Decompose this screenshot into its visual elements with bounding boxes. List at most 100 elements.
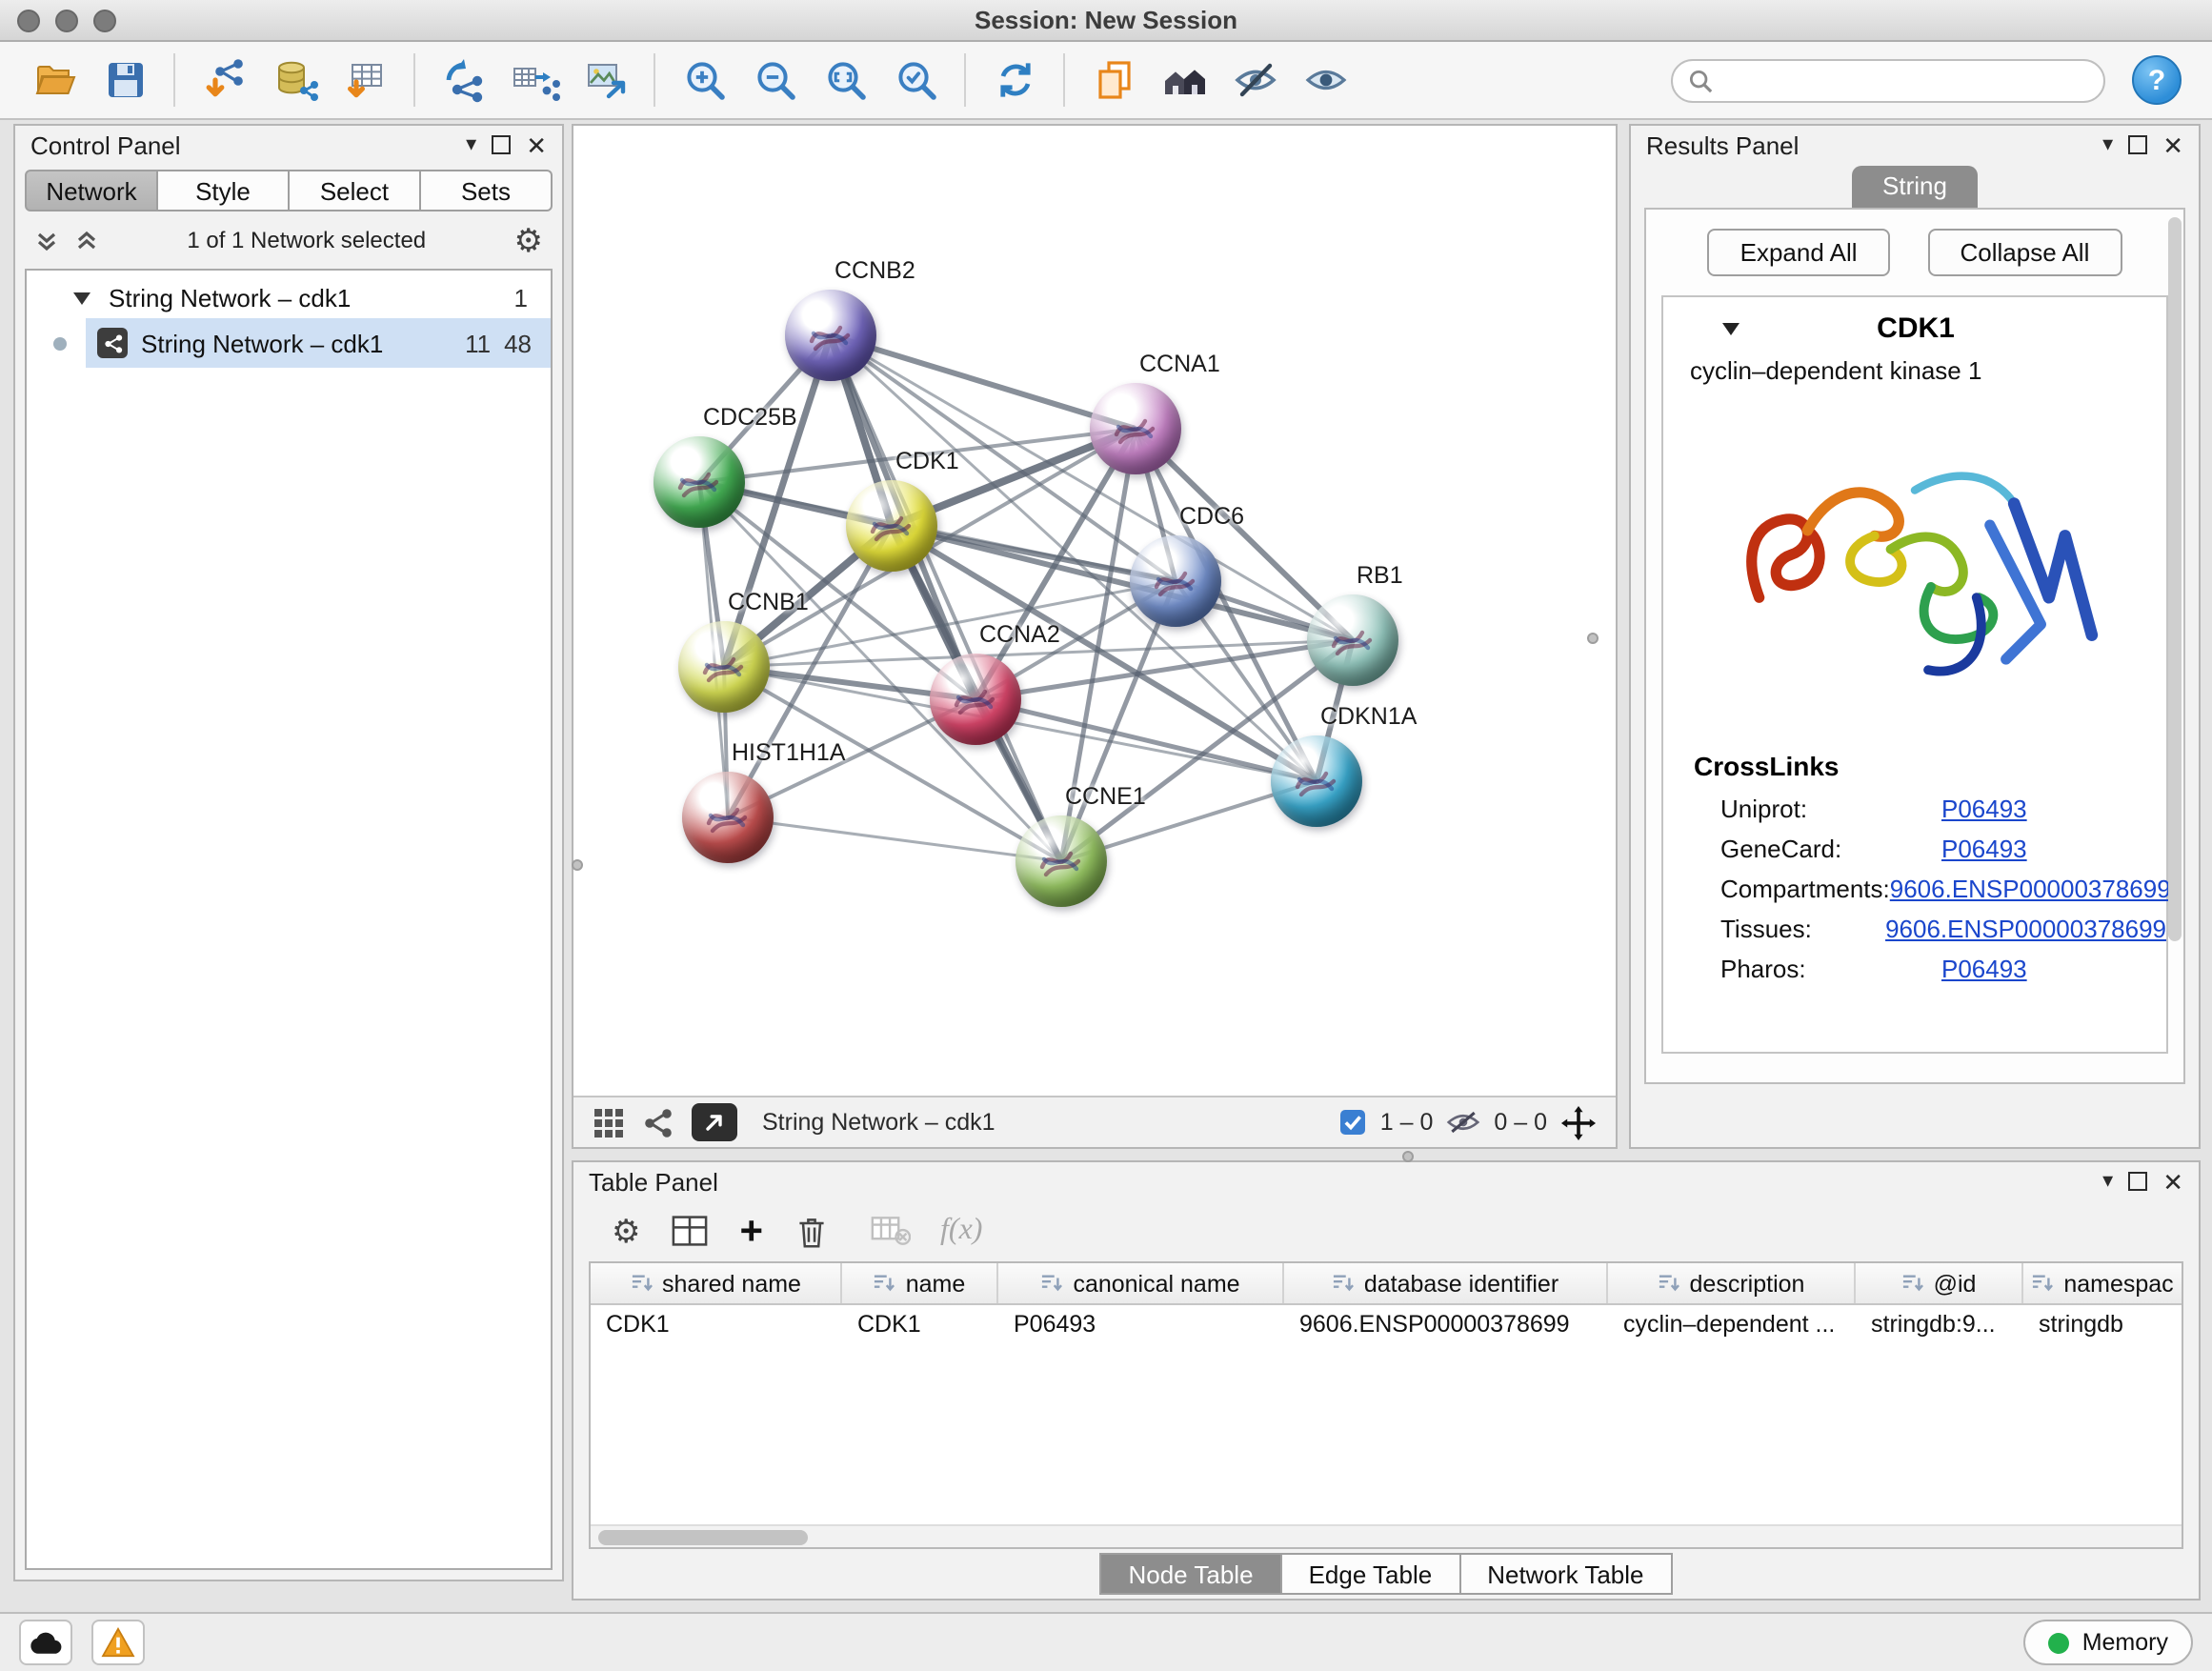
cell-name[interactable]: CDK1 bbox=[842, 1305, 998, 1347]
cell-shared-name[interactable]: CDK1 bbox=[591, 1305, 842, 1347]
network-canvas[interactable]: CCNB2CCNA1CDC25BCDK1CDC6RB1CCNB1CCNA2CDK… bbox=[573, 126, 1616, 1096]
close-window-button[interactable] bbox=[17, 10, 40, 32]
column-header[interactable]: description bbox=[1608, 1263, 1856, 1303]
panel-float-icon[interactable] bbox=[492, 135, 511, 154]
column-header[interactable]: namespac bbox=[2023, 1263, 2182, 1303]
column-header[interactable]: database identifier bbox=[1284, 1263, 1608, 1303]
refresh-layout-icon[interactable] bbox=[979, 48, 1050, 112]
search-input[interactable] bbox=[1724, 67, 2088, 93]
results-scrollbar[interactable] bbox=[2168, 217, 2182, 941]
zoom-fit-icon[interactable] bbox=[810, 48, 880, 112]
show-columns-icon[interactable] bbox=[672, 1214, 710, 1248]
network-node-ccna1[interactable] bbox=[1090, 383, 1181, 474]
table-row[interactable]: CDK1 CDK1 P06493 9606.ENSP00000378699 cy… bbox=[591, 1305, 2182, 1347]
tab-node-table[interactable]: Node Table bbox=[1099, 1553, 1281, 1595]
help-button[interactable]: ? bbox=[2132, 55, 2182, 105]
export-image-icon[interactable] bbox=[570, 48, 640, 112]
tab-edge-table[interactable]: Edge Table bbox=[1282, 1553, 1461, 1595]
crosslink-link[interactable]: P06493 bbox=[1941, 955, 2027, 983]
expand-all-chevrons-icon[interactable] bbox=[34, 228, 59, 252]
open-session-icon[interactable] bbox=[19, 48, 90, 112]
cell-description[interactable]: cyclin–dependent ... bbox=[1608, 1305, 1856, 1347]
network-node-cdc25b[interactable] bbox=[654, 436, 745, 528]
network-node-hist1h1a[interactable] bbox=[682, 772, 774, 863]
network-node-cdc6[interactable] bbox=[1130, 535, 1221, 627]
panel-collapse-icon[interactable]: ▾ bbox=[2102, 134, 2113, 155]
network-node-ccna2[interactable] bbox=[930, 654, 1021, 745]
grid-view-icon[interactable] bbox=[593, 1106, 625, 1138]
disclosure-triangle-icon[interactable] bbox=[72, 289, 91, 306]
panel-close-icon[interactable]: ✕ bbox=[526, 132, 547, 157]
tab-network-table[interactable]: Network Table bbox=[1460, 1553, 1672, 1595]
column-header[interactable]: canonical name bbox=[998, 1263, 1284, 1303]
expand-all-button[interactable]: Expand All bbox=[1708, 229, 1890, 276]
zoom-out-icon[interactable] bbox=[739, 48, 810, 112]
network-node-cdkn1a[interactable] bbox=[1271, 735, 1362, 827]
splitter-handle[interactable] bbox=[572, 859, 583, 871]
save-session-icon[interactable] bbox=[90, 48, 160, 112]
zoom-window-button[interactable] bbox=[93, 10, 116, 32]
collapse-all-button[interactable]: Collapse All bbox=[1928, 229, 2122, 276]
section-disclosure-icon[interactable] bbox=[1720, 320, 1741, 337]
column-header[interactable]: shared name bbox=[591, 1263, 842, 1303]
crosslink-link[interactable]: P06493 bbox=[1941, 795, 2027, 823]
search-box[interactable] bbox=[1671, 58, 2105, 102]
duplicate-document-icon[interactable] bbox=[1078, 48, 1149, 112]
panel-float-icon[interactable] bbox=[2128, 135, 2147, 154]
network-overview-icon[interactable] bbox=[642, 1106, 674, 1138]
panel-collapse-icon[interactable]: ▾ bbox=[2102, 1171, 2113, 1192]
scrollbar-thumb[interactable] bbox=[598, 1530, 808, 1545]
cloud-status-button[interactable] bbox=[19, 1620, 72, 1665]
table-settings-gear-icon[interactable]: ⚙ bbox=[612, 1215, 641, 1247]
add-column-plus-icon[interactable]: + bbox=[740, 1211, 764, 1251]
column-header[interactable]: name bbox=[842, 1263, 998, 1303]
crosslink-link[interactable]: 9606.ENSP00000378699 bbox=[1890, 875, 2171, 903]
selected-network-row[interactable]: String Network – cdk1 11 48 bbox=[86, 318, 551, 368]
hide-selected-eye-slash-icon[interactable] bbox=[1219, 48, 1290, 112]
tab-string[interactable]: String bbox=[1852, 166, 1978, 208]
collapse-all-chevrons-icon[interactable] bbox=[74, 228, 99, 252]
hidden-eye-slash-icon[interactable] bbox=[1446, 1109, 1480, 1136]
import-network-database-icon[interactable] bbox=[259, 48, 330, 112]
crosslink-link[interactable]: 9606.ENSP00000378699 bbox=[1885, 915, 2166, 943]
cell-canonical-name[interactable]: P06493 bbox=[998, 1305, 1284, 1347]
network-collection-row[interactable]: String Network – cdk1 1 bbox=[27, 274, 551, 320]
gear-icon[interactable]: ⚙ bbox=[514, 224, 544, 256]
network-row[interactable]: String Network – cdk1 11 48 bbox=[27, 320, 551, 366]
zoom-in-icon[interactable] bbox=[669, 48, 739, 112]
cell-namespace[interactable]: stringdb bbox=[2023, 1305, 2182, 1347]
network-node-ccne1[interactable] bbox=[1016, 815, 1107, 907]
network-from-table-icon[interactable] bbox=[499, 48, 570, 112]
home-networks-icon[interactable] bbox=[1149, 48, 1219, 112]
minimize-window-button[interactable] bbox=[55, 10, 78, 32]
open-in-new-window-button[interactable] bbox=[692, 1103, 737, 1141]
network-node-cdk1[interactable] bbox=[846, 480, 937, 572]
splitter-handle[interactable] bbox=[1402, 1151, 1414, 1162]
panel-close-icon[interactable]: ✕ bbox=[2162, 1169, 2183, 1194]
network-node-ccnb2[interactable] bbox=[785, 290, 876, 381]
selected-checkbox-icon[interactable] bbox=[1340, 1109, 1367, 1136]
cell-id[interactable]: stringdb:9... bbox=[1856, 1305, 2023, 1347]
import-network-file-icon[interactable] bbox=[189, 48, 259, 112]
column-header[interactable]: @id bbox=[1856, 1263, 2023, 1303]
crosslink-link[interactable]: P06493 bbox=[1941, 835, 2027, 863]
panel-close-icon[interactable]: ✕ bbox=[2162, 132, 2183, 157]
show-all-eye-icon[interactable] bbox=[1290, 48, 1360, 112]
new-network-icon[interactable] bbox=[429, 48, 499, 112]
delete-column-trash-icon[interactable] bbox=[794, 1213, 828, 1249]
memory-button[interactable]: Memory bbox=[2023, 1620, 2193, 1665]
warnings-button[interactable] bbox=[91, 1620, 145, 1665]
import-table-icon[interactable] bbox=[330, 48, 400, 112]
cell-database-identifier[interactable]: 9606.ENSP00000378699 bbox=[1284, 1305, 1608, 1347]
tab-network[interactable]: Network bbox=[25, 170, 158, 211]
tab-style[interactable]: Style bbox=[158, 170, 290, 211]
pan-move-icon[interactable] bbox=[1560, 1104, 1597, 1140]
splitter-handle[interactable] bbox=[1587, 633, 1599, 644]
panel-collapse-icon[interactable]: ▾ bbox=[466, 134, 476, 155]
horizontal-scrollbar[interactable] bbox=[591, 1524, 2182, 1547]
network-node-rb1[interactable] bbox=[1307, 594, 1398, 686]
zoom-selected-icon[interactable] bbox=[880, 48, 951, 112]
tab-sets[interactable]: Sets bbox=[421, 170, 553, 211]
network-node-ccnb1[interactable] bbox=[678, 621, 770, 713]
panel-float-icon[interactable] bbox=[2128, 1172, 2147, 1191]
